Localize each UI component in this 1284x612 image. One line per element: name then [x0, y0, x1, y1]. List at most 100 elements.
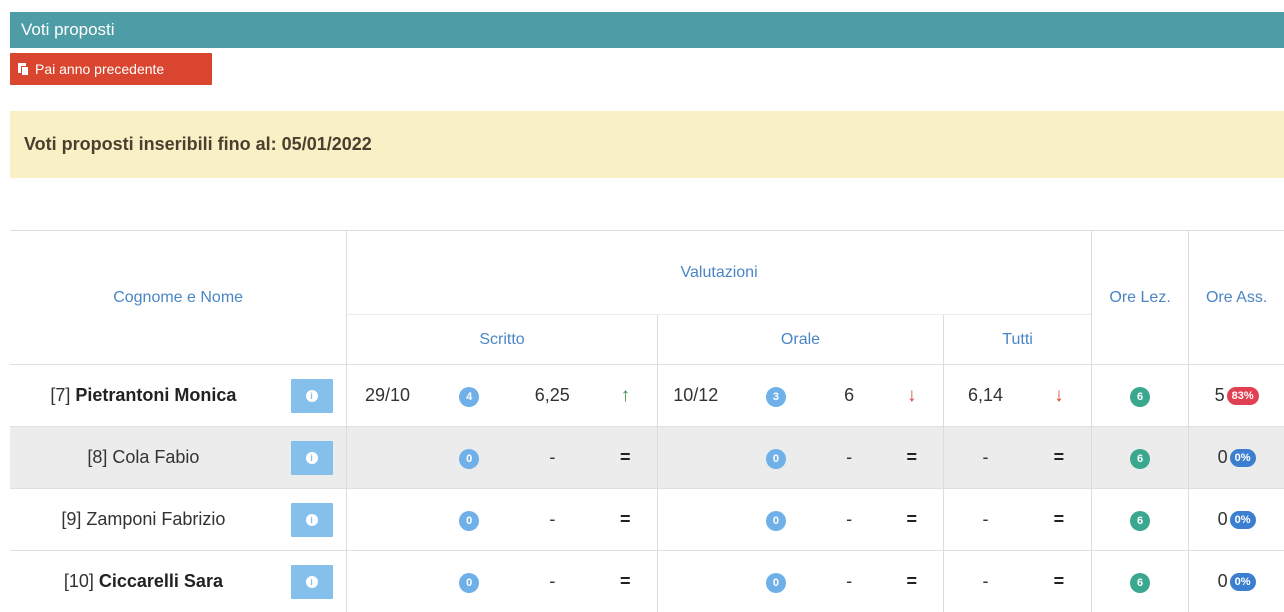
info-cell: i: [277, 365, 347, 427]
ore-ass-pct-badge: 83%: [1227, 387, 1259, 405]
orale-trend-cell: =: [880, 551, 943, 612]
equal-icon: =: [620, 571, 631, 591]
header-orale: Orale: [657, 315, 943, 365]
equal-icon: =: [906, 509, 917, 529]
orale-avg: -: [818, 551, 880, 612]
header-tutti: Tutti: [944, 315, 1092, 365]
student-name-cell: [10] Ciccarelli Sara: [10, 551, 277, 612]
ore-lez-cell: 6: [1091, 489, 1188, 551]
student-name: Cola Fabio: [112, 447, 199, 467]
ore-ass-pct-badge: 0%: [1230, 511, 1256, 529]
scritto-count-cell: 0: [428, 551, 511, 612]
header-scritto: Scritto: [347, 315, 658, 365]
pai-button-label: Pai anno precedente: [35, 61, 164, 77]
scritto-avg: 6,25: [511, 365, 594, 427]
tutti-trend-cell: =: [1027, 489, 1092, 551]
orale-date: 10/12: [657, 365, 734, 427]
info-cell: i: [277, 427, 347, 489]
orale-trend-cell: =: [880, 427, 943, 489]
equal-icon: =: [620, 509, 631, 529]
scritto-count-badge: 0: [459, 573, 479, 593]
equal-icon: =: [1054, 447, 1065, 467]
info-icon: i: [306, 390, 318, 402]
info-icon: i: [306, 576, 318, 588]
info-icon: i: [306, 514, 318, 526]
orale-count-badge: 0: [766, 573, 786, 593]
student-name: Pietrantoni Monica: [75, 385, 236, 405]
ore-lez-badge: 6: [1130, 449, 1150, 469]
header-valutazioni: Valutazioni: [347, 231, 1092, 315]
orale-count-badge: 0: [766, 449, 786, 469]
equal-icon: =: [1054, 509, 1065, 529]
student-name-cell: [8] Cola Fabio: [10, 427, 277, 489]
orale-count-cell: 0: [734, 551, 818, 612]
header-cognome-nome: Cognome e Nome: [10, 231, 347, 365]
student-number: [10]: [64, 571, 94, 591]
info-cell: i: [277, 489, 347, 551]
orale-date: [657, 551, 734, 612]
deadline-text: Voti proposti inseribili fino al: 05/01/…: [24, 134, 372, 155]
orale-avg: 6: [818, 365, 880, 427]
table-row: [9] Zamponi Fabrizio i 0 - = 0 - = - = 6…: [10, 489, 1284, 551]
page: Voti proposti Pai anno precedente Voti p…: [0, 0, 1284, 605]
student-name: Zamponi Fabrizio: [86, 509, 225, 529]
scritto-trend-cell: ↑: [594, 365, 657, 427]
ore-ass-cell: 583%: [1189, 365, 1284, 427]
info-button[interactable]: i: [291, 379, 333, 413]
info-cell: i: [277, 551, 347, 612]
info-button[interactable]: i: [291, 565, 333, 599]
ore-lez-cell: 6: [1091, 365, 1188, 427]
tutti-trend-cell: ↓: [1027, 365, 1092, 427]
ore-ass-pct-badge: 0%: [1230, 449, 1256, 467]
orale-date: [657, 489, 734, 551]
orale-count-cell: 0: [734, 489, 818, 551]
student-name: Ciccarelli Sara: [99, 571, 223, 591]
orale-count-badge: 3: [766, 387, 786, 407]
scritto-count-cell: 4: [428, 365, 511, 427]
deadline-banner: Voti proposti inseribili fino al: 05/01/…: [10, 111, 1284, 178]
scritto-date: [347, 551, 428, 612]
ore-ass-cell: 00%: [1189, 551, 1284, 612]
scritto-trend-cell: =: [594, 427, 657, 489]
student-number: [9]: [61, 509, 81, 529]
scritto-count-badge: 0: [459, 511, 479, 531]
tutti-trend-cell: =: [1027, 427, 1092, 489]
ore-lez-badge: 6: [1130, 511, 1150, 531]
orale-count-cell: 0: [734, 427, 818, 489]
tutti-avg: -: [944, 489, 1027, 551]
ore-lez-badge: 6: [1130, 387, 1150, 407]
scritto-count-badge: 4: [459, 387, 479, 407]
equal-icon: =: [1054, 571, 1065, 591]
info-button[interactable]: i: [291, 441, 333, 475]
tutti-trend-cell: =: [1027, 551, 1092, 612]
orale-count-cell: 3: [734, 365, 818, 427]
student-name-cell: [7] Pietrantoni Monica: [10, 365, 277, 427]
ore-ass-value: 0: [1218, 447, 1228, 467]
scritto-avg: -: [511, 489, 594, 551]
ore-ass-value: 5: [1215, 385, 1225, 405]
student-number: [7]: [50, 385, 70, 405]
equal-icon: =: [620, 447, 631, 467]
scritto-date: [347, 489, 428, 551]
orale-avg: -: [818, 489, 880, 551]
copy-icon: [18, 63, 30, 76]
info-icon: i: [306, 452, 318, 464]
header-ore-ass: Ore Ass.: [1189, 231, 1284, 365]
scritto-date: [347, 427, 428, 489]
table-row: [7] Pietrantoni Monica i 29/10 4 6,25 ↑ …: [10, 365, 1284, 427]
info-button[interactable]: i: [291, 503, 333, 537]
table-row: [10] Ciccarelli Sara i 0 - = 0 - = - = 6…: [10, 551, 1284, 612]
pai-anno-precedente-button[interactable]: Pai anno precedente: [10, 53, 212, 85]
tutti-avg: 6,14: [944, 365, 1027, 427]
panel-title-bar: Voti proposti: [10, 12, 1284, 48]
header-ore-lez: Ore Lez.: [1091, 231, 1188, 365]
page-title: Voti proposti: [21, 20, 115, 40]
orale-trend-cell: ↓: [880, 365, 943, 427]
table-row: [8] Cola Fabio i 0 - = 0 - = - = 6 00%: [10, 427, 1284, 489]
orale-date: [657, 427, 734, 489]
equal-icon: =: [906, 447, 917, 467]
arrow-up-icon: ↑: [621, 385, 631, 406]
orale-count-badge: 0: [766, 511, 786, 531]
orale-trend-cell: =: [880, 489, 943, 551]
tutti-avg: -: [944, 427, 1027, 489]
